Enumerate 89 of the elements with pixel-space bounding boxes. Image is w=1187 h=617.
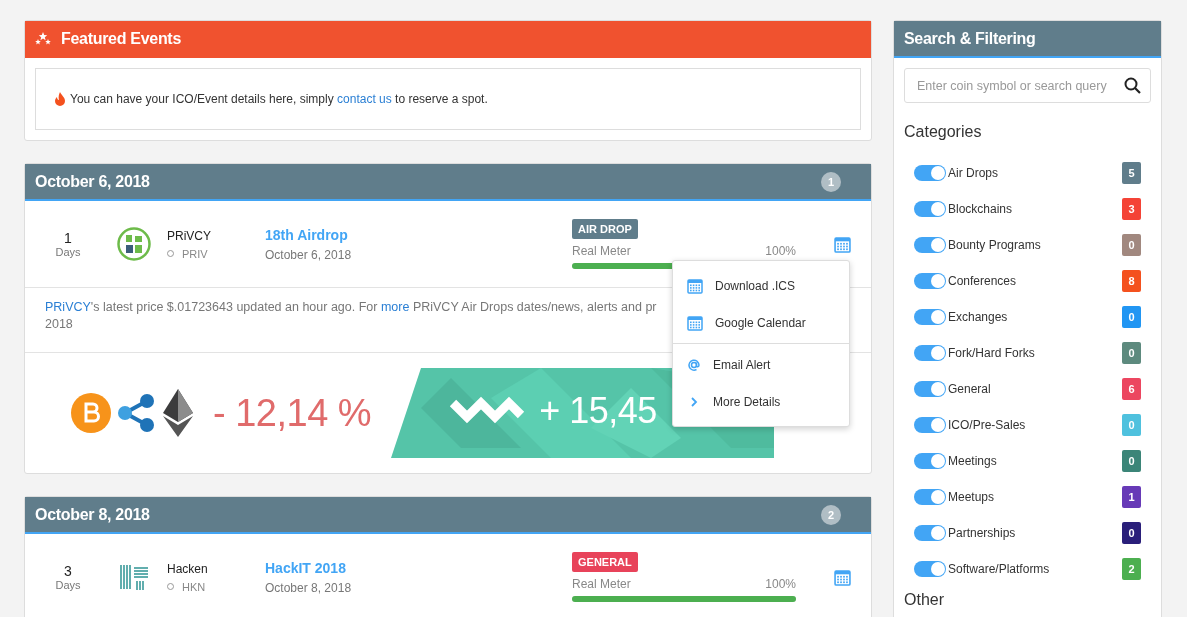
coin-symbol: HKN [182,580,206,593]
calendar-icon [687,277,703,294]
category-count: 1 [1122,486,1141,508]
category-label: Fork/Hard Forks [948,346,1036,360]
event-title[interactable]: 18th Airdrop [265,226,572,243]
category-count: 8 [1122,270,1141,292]
category-toggle[interactable] [914,237,946,253]
category-label: Meetings [948,454,998,468]
menu-item[interactable]: Google Calendar [673,304,849,341]
calendar-button[interactable] [834,568,851,586]
event-description: PRiVCY's latest price $.01723643 updated an hour ago. For more PRiVCY Air Drops dates/news, alerts and pr [45,300,657,314]
sidebar-title: Search & Filtering [894,21,1161,58]
card-title: Featured Events [61,29,182,48]
price-change: + 15,45 [539,390,657,432]
event-title[interactable]: HackIT 2018 [265,559,572,576]
category-count: 0 [1122,342,1141,364]
category-tag: AIR DROP [572,219,638,239]
category-count: 0 [1122,234,1141,256]
section-heading: Other [903,591,945,609]
menu-item[interactable]: Download .ICS [673,267,849,304]
days-count: 1 [64,230,72,246]
category-label: ICO/Pre-Sales [948,418,1027,432]
bitcoin-icon [71,393,111,433]
calendar-icon [834,235,851,253]
event-count: 1 [821,171,841,192]
section-heading: Categories [903,123,983,141]
days-count: 3 [64,563,72,579]
event-description: 2018 [45,317,73,331]
event-date: October 8, 2018 [265,580,353,595]
category-count: 0 [1122,306,1141,328]
category-toggle[interactable] [914,561,946,577]
search-field[interactable]: Enter coin symbol or search query [904,68,1151,103]
category-count: 5 [1122,162,1141,184]
stars-icon [35,31,51,46]
category-count: 0 [1122,414,1141,436]
category-label: Blockchains [948,202,1014,216]
meter-label: Real Meter [572,244,631,258]
event-date: October 6, 2018 [265,247,353,262]
category-label: Partnerships [948,526,1017,540]
category-toggle[interactable] [914,525,946,541]
coin-link[interactable]: more [380,300,410,314]
meter-value: 100% [765,577,796,591]
calendar-icon [834,568,851,586]
coin-link[interactable]: PRiVCY [45,300,91,314]
search-icon[interactable] [1124,77,1141,94]
category-count: 0 [1122,522,1141,544]
category-label: Air Drops [948,166,999,180]
category-toggle[interactable] [914,453,946,469]
day-date: October 8, 2018 [35,505,151,524]
coin-name: PRiVCY [167,228,212,243]
menu-item[interactable]: More Details [673,383,849,420]
category-label: Meetups [948,490,996,504]
calendar-button[interactable] [834,235,851,253]
coin-logo [117,227,151,261]
event-count: 2 [821,504,841,525]
category-toggle[interactable] [914,273,946,289]
ethereum-icon [163,389,193,437]
category-count: 0 [1122,450,1141,472]
category-toggle[interactable] [914,381,946,397]
days-label: Days [55,579,81,591]
category-count: 3 [1122,198,1141,220]
calendar-icon [687,314,703,331]
coin-name: Hacken [167,561,209,576]
fire-icon [54,91,66,107]
category-toggle[interactable] [914,165,946,181]
category-toggle[interactable] [914,417,946,433]
menu-item[interactable]: Email Alert [673,346,849,383]
category-toggle[interactable] [914,201,946,217]
category-label: General [948,382,992,396]
meter-label: Real Meter [572,577,631,591]
category-count: 2 [1122,558,1141,580]
at-sign-icon [687,357,701,372]
days-label: Days [55,246,81,258]
price-change: - 12,14 % [213,391,372,435]
coin-symbol: PRIV [182,247,208,260]
category-toggle[interactable] [914,345,946,361]
contact-link[interactable]: contact us [337,92,392,106]
category-toggle[interactable] [914,489,946,505]
category-toggle[interactable] [914,309,946,325]
category-label: Software/Platforms [948,562,1051,576]
meter-value: 100% [765,244,796,258]
category-tag: GENERAL [572,552,638,572]
category-label: Conferences [948,274,1018,288]
ripple-icon [117,393,157,433]
category-label: Exchanges [948,310,1009,324]
day-date: October 6, 2018 [35,172,151,191]
category-label: Bounty Programs [948,238,1042,252]
category-count: 6 [1122,378,1141,400]
featured-message: You can have your ICO/Event details here, simply contact us to reserve a spot. [70,92,488,106]
